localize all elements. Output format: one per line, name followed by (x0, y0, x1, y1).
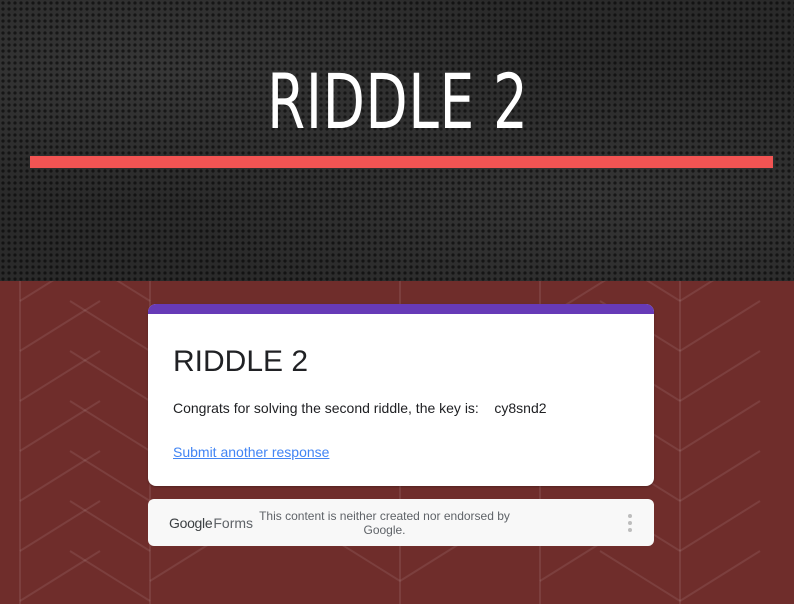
logo-google-text: Google (169, 515, 213, 531)
submit-another-response-link[interactable]: Submit another response (173, 442, 329, 462)
banner-accent-rule (30, 156, 773, 168)
form-title: RIDDLE 2 (173, 345, 309, 378)
card-accent-bar (148, 304, 654, 314)
footer-disclaimer: This content is neither created nor endo… (259, 509, 510, 537)
confirmation-message: Congrats for solving the second riddle, … (173, 400, 547, 416)
form-response-card: RIDDLE 2 Congrats for solving the second… (148, 304, 654, 486)
google-forms-logo[interactable]: GoogleForms (169, 514, 253, 532)
header-banner: RIDDLE 2 (0, 0, 794, 281)
banner-title: RIDDLE 2 (267, 57, 529, 146)
more-vert-icon[interactable] (622, 512, 638, 534)
forms-footer: GoogleForms This content is neither crea… (148, 499, 654, 546)
logo-forms-text: Forms (213, 515, 254, 531)
